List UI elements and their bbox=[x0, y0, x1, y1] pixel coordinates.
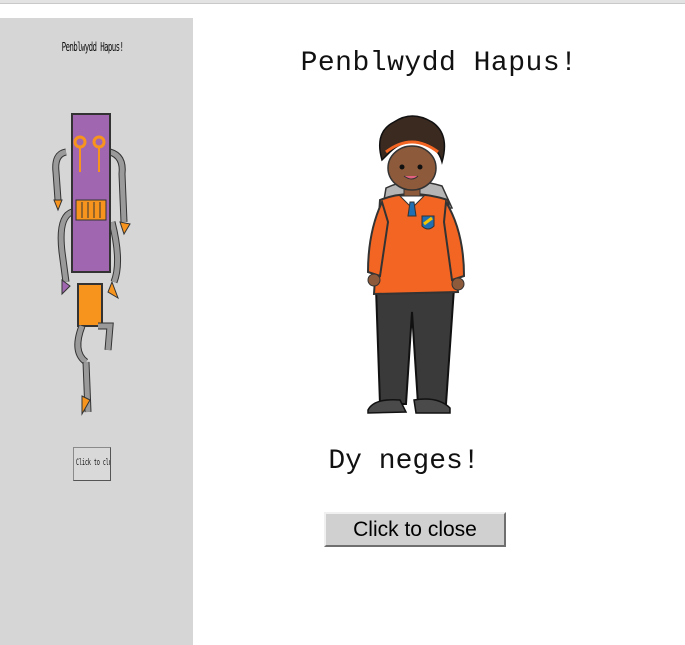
top-divider bbox=[0, 3, 685, 4]
thumbnail-close-button[interactable]: Click to close bbox=[73, 447, 111, 481]
close-button[interactable]: Click to close bbox=[324, 512, 506, 547]
thumbnail-title: Penblwydd Hapus! bbox=[61, 40, 124, 54]
card-title: Penblwydd Hapus! bbox=[300, 48, 578, 79]
thumbnail-close-label: Click to close bbox=[76, 458, 110, 468]
message-text: Dy neges! bbox=[328, 446, 480, 477]
robot-illustration bbox=[52, 113, 131, 416]
student-illustration bbox=[366, 115, 466, 414]
